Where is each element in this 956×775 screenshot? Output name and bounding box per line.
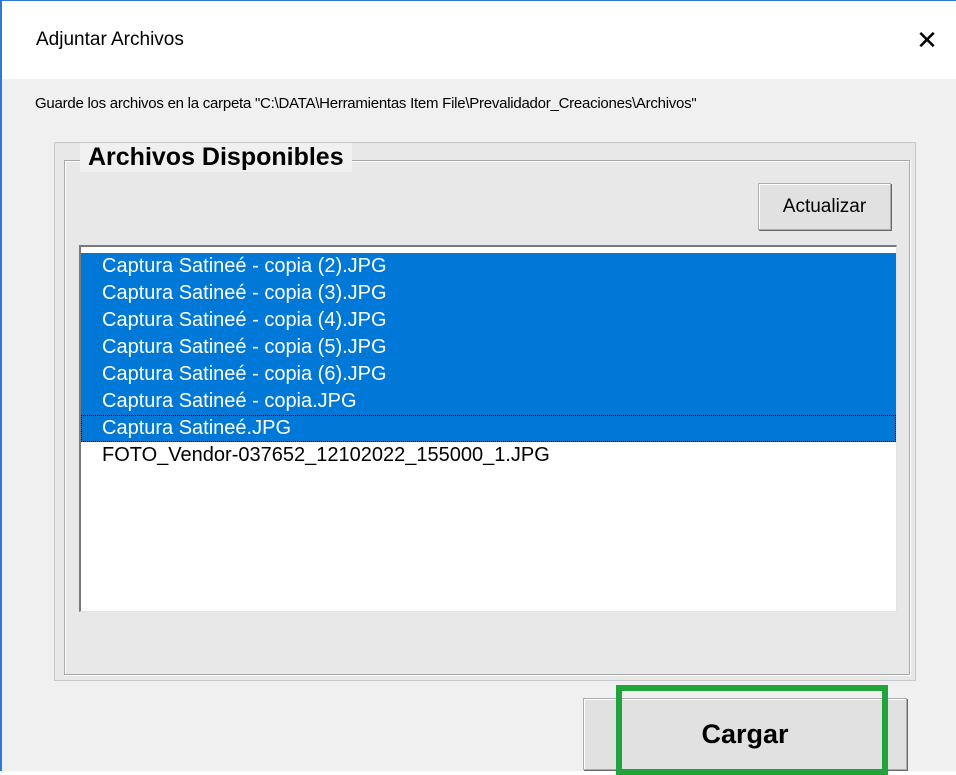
close-icon: ✕ [916,24,938,55]
close-button[interactable]: ✕ [904,17,950,63]
file-listbox[interactable]: Captura Satineé - copia (2).JPG Captura … [79,245,897,612]
dialog-window: Adjuntar Archivos ✕ Guarde los archivos … [0,0,956,775]
window-title: Adjuntar Archivos [36,29,184,50]
file-name: FOTO_Vendor-037652_12102022_155000_1.JPG [102,444,550,466]
list-item[interactable]: Captura Satineé - copia (2).JPG [81,253,896,280]
file-name: Captura Satineé.JPG [102,417,291,439]
list-item[interactable]: Captura Satineé.JPG [81,415,896,442]
folder-instruction: Guarde los archivos en la carpeta "C:\DA… [35,95,697,112]
title-bar: Adjuntar Archivos ✕ [2,1,956,79]
file-name: Captura Satineé - copia.JPG [102,390,357,412]
file-name: Captura Satineé - copia (3).JPG [102,282,387,304]
frame-title: Archivos Disponibles [80,143,352,172]
list-item[interactable]: Captura Satineé - copia (5).JPG [81,334,896,361]
refresh-button[interactable]: Actualizar [758,183,891,230]
list-item[interactable]: Captura Satineé - copia (3).JPG [81,280,896,307]
list-item[interactable]: Captura Satineé - copia.JPG [81,388,896,415]
upload-button[interactable]: Cargar [583,698,907,770]
upload-button-label: Cargar [701,718,789,749]
file-name: Captura Satineé - copia (6).JPG [102,363,387,385]
refresh-button-label: Actualizar [782,195,867,217]
list-item[interactable]: Captura Satineé - copia (4).JPG [81,307,896,334]
file-name: Captura Satineé - copia (4).JPG [102,309,387,331]
list-item[interactable]: FOTO_Vendor-037652_12102022_155000_1.JPG [81,442,896,469]
file-name: Captura Satineé - copia (2).JPG [102,255,387,277]
list-item[interactable]: Captura Satineé - copia (6).JPG [81,361,896,388]
file-name: Captura Satineé - copia (5).JPG [102,336,387,358]
